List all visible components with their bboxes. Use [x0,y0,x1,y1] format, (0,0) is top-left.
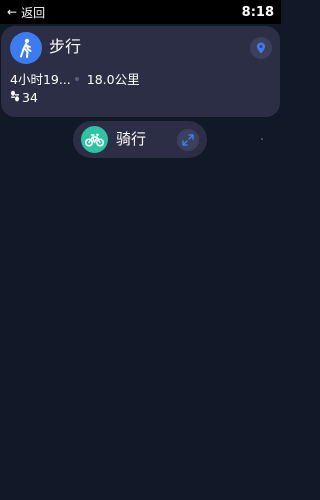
walk-title: 步行 [49,37,82,56]
step-count: 34 [22,90,38,105]
status-bar: ← 返回 8:18 [0,0,281,24]
bike-activity-pill[interactable]: 骑行 [73,121,207,158]
expand-button[interactable] [177,129,199,151]
back-button[interactable]: ← 返回 [7,4,45,21]
bicycle-icon [81,126,108,153]
walk-stats: 4小时19... 18.0公里 [10,69,140,88]
walk-distance: 18.0公里 [86,72,140,87]
back-label: 返回 [21,5,46,20]
card-corner-mark [261,138,263,140]
location-button[interactable] [250,37,272,59]
back-arrow-icon: ← [7,5,18,19]
walk-duration: 4小时19... [10,72,71,87]
steps-icon [10,90,20,105]
stat-separator [74,76,79,81]
location-pin-icon [256,39,266,58]
walk-activity-card[interactable]: 步行 4小时19... 18.0公里 34 [1,26,280,140]
expand-arrows-icon [182,131,194,150]
walking-person-icon [10,32,42,64]
clock: 8:18 [241,4,274,20]
steps-row: 34 [10,90,38,105]
bike-title: 骑行 [116,130,147,148]
